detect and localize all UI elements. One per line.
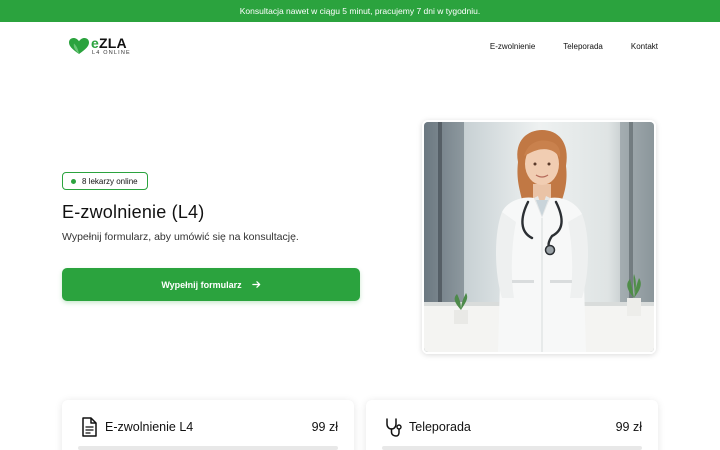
nav-link-kontakt[interactable]: Kontakt <box>631 42 658 51</box>
doctors-online-badge: 8 lekarzy online <box>62 172 148 190</box>
arrow-right-icon <box>251 281 260 288</box>
stethoscope-icon <box>386 418 402 437</box>
badge-label: 8 lekarzy online <box>82 176 138 186</box>
online-dot-icon <box>71 178 76 184</box>
card-description-placeholder <box>382 446 642 450</box>
doctor-photo <box>422 120 656 354</box>
announcement-bar: Konsultacja nawet w ciągu 5 minut, pracu… <box>0 0 720 22</box>
nav-links: E-zwolnienie Teleporada Kontakt <box>490 42 658 51</box>
doctor-illustration <box>424 122 654 352</box>
nav-link-teleporada[interactable]: Teleporada <box>563 42 603 51</box>
logo-wordmark: eZLA <box>91 35 127 51</box>
card-title: E-zwolnienie L4 <box>105 420 194 434</box>
card-description-placeholder <box>78 446 338 450</box>
heart-logo-icon <box>69 38 89 55</box>
nav-link-e-zwolnienie[interactable]: E-zwolnienie <box>490 42 535 51</box>
fill-form-button[interactable]: Wypełnij formularz <box>62 268 360 301</box>
card-price: 99 zł <box>615 420 642 434</box>
card-title: Teleporada <box>409 420 471 434</box>
page-subtitle: Wypełnij formularz, aby umówić się na ko… <box>62 231 299 243</box>
service-card-e-zwolnienie[interactable]: E-zwolnienie L4 99 zł <box>62 400 354 450</box>
announcement-text: Konsultacja nawet w ciągu 5 minut, pracu… <box>239 6 481 16</box>
header-nav: eZLA L4 ONLINE E-zwolnienie Teleporada K… <box>0 22 720 72</box>
logo[interactable]: eZLA L4 ONLINE <box>68 36 131 57</box>
fill-form-button-label: Wypełnij formularz <box>161 279 242 290</box>
logo-tagline: L4 ONLINE <box>92 50 131 56</box>
page-title: E-zwolnienie (L4) <box>62 202 205 222</box>
document-icon <box>82 417 97 437</box>
card-price: 99 zł <box>311 420 338 434</box>
service-card-teleporada[interactable]: Teleporada 99 zł <box>366 400 658 450</box>
